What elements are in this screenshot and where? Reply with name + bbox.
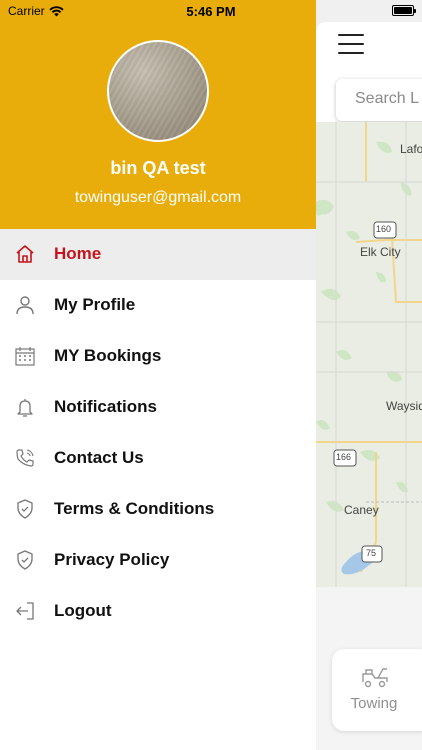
map-view[interactable]: Lafo 160 Elk City Waysid 166 Caney 75 [316, 122, 422, 587]
status-bar: Carrier 5:46 PM [0, 0, 422, 22]
menu-item-contact-us[interactable]: Contact Us [0, 433, 316, 484]
shield-label-75: 75 [366, 548, 377, 558]
menu-label-my-profile: My Profile [54, 295, 136, 314]
user-icon [16, 296, 34, 315]
status-time: 5:46 PM [186, 4, 236, 19]
menu-item-notifications[interactable]: Notifications [0, 382, 316, 433]
menu-item-my-profile[interactable]: My Profile [0, 280, 316, 331]
menu-item-logout[interactable]: Logout [0, 586, 316, 637]
towing-label: Towing [350, 695, 398, 712]
shield-label-166: 166 [336, 452, 352, 462]
menu-item-terms[interactable]: Terms & Conditions [0, 484, 316, 535]
menu-label-contact-us: Contact Us [54, 448, 144, 467]
location-search-input[interactable]: Search L [336, 79, 422, 121]
map-label-waysid: Waysid [386, 399, 422, 413]
shield-label-160: 160 [376, 224, 392, 234]
menu-label-notifications: Notifications [54, 397, 157, 416]
menu-label-home: Home [54, 244, 102, 263]
menu-label-logout: Logout [54, 601, 112, 620]
menu-label-my-bookings: MY Bookings [54, 346, 162, 365]
home-icon [16, 245, 34, 263]
tow-truck-icon [362, 668, 388, 688]
menu-item-privacy-policy[interactable]: Privacy Policy [0, 535, 316, 586]
avatar[interactable] [107, 40, 209, 142]
side-drawer: bin QA test towinguser@gmail.com Home My… [0, 0, 316, 750]
user-email: towinguser@gmail.com [74, 189, 242, 206]
menu-label-terms: Terms & Conditions [54, 499, 215, 518]
map-label-lafo: Lafo [400, 142, 422, 156]
shield-check-icon [17, 550, 33, 570]
map-graphic [316, 122, 422, 587]
battery-icon [392, 5, 416, 16]
map-label-caney: Caney [344, 503, 379, 517]
user-name: bin QA test [110, 158, 206, 178]
menu-item-home[interactable]: Home [0, 229, 316, 280]
towing-service-card[interactable]: Towing [332, 649, 422, 731]
hamburger-menu-icon[interactable] [338, 34, 364, 54]
bell-icon [17, 399, 33, 417]
shield-check-icon [17, 499, 33, 519]
calendar-icon [15, 347, 35, 366]
logout-icon [16, 602, 34, 620]
menu-label-privacy-policy: Privacy Policy [54, 550, 170, 569]
map-panel: Search L Lafo 160 Elk City Waysid 166 Ca… [316, 22, 422, 750]
drawer-menu: Home My Profile MY Bookings Notification… [0, 229, 316, 637]
service-selector: Towing [316, 587, 422, 750]
phone-icon [16, 449, 34, 467]
map-label-elk-city: Elk City [360, 245, 401, 259]
drawer-header: bin QA test towinguser@gmail.com [0, 0, 316, 229]
menu-item-my-bookings[interactable]: MY Bookings [0, 331, 316, 382]
